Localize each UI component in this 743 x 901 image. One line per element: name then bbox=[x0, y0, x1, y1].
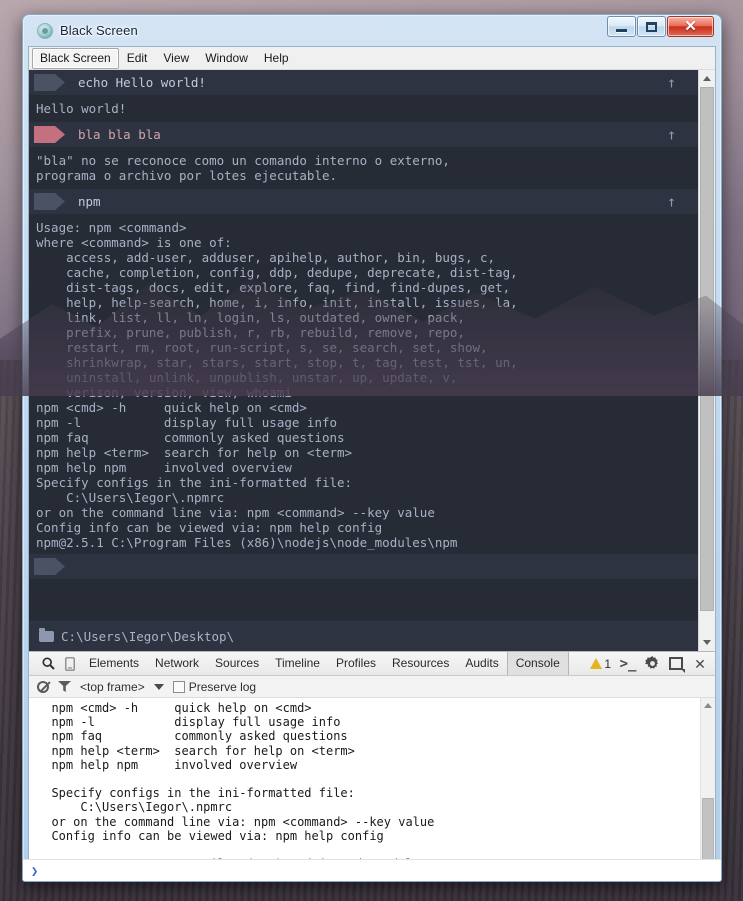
prompt-chevron-icon bbox=[34, 193, 65, 210]
preserve-log-checkbox[interactable]: Preserve log bbox=[172, 679, 257, 694]
terminal-npm-help-output: Usage: npm <command> where <command> is … bbox=[36, 220, 518, 550]
tab-timeline[interactable]: Timeline bbox=[267, 653, 328, 674]
close-icon: ✕ bbox=[684, 18, 697, 35]
console-area: npm <cmd> -h quick help on <cmd> npm -l … bbox=[29, 698, 715, 877]
console-prompt-icon: ❯ bbox=[31, 863, 39, 878]
chevron-down-icon[interactable] bbox=[153, 683, 164, 690]
console-output[interactable]: npm <cmd> -h quick help on <cmd> npm -l … bbox=[29, 698, 700, 877]
scrollbar-up-button[interactable] bbox=[699, 70, 715, 87]
menu-item-view[interactable]: View bbox=[155, 48, 197, 69]
tab-profiles[interactable]: Profiles bbox=[328, 653, 384, 674]
scrollbar-down-button[interactable] bbox=[699, 634, 715, 651]
warning-icon bbox=[590, 658, 603, 669]
minimize-button[interactable] bbox=[607, 16, 636, 37]
checkbox-box[interactable] bbox=[172, 680, 185, 693]
app-icon bbox=[37, 22, 53, 39]
terminal-prompt-row-npm[interactable]: npm ↑ bbox=[29, 189, 698, 214]
console-input-row[interactable]: ❯ bbox=[23, 859, 721, 881]
devtools-toolbar: Elements Network Sources Timeline Profil… bbox=[29, 652, 715, 676]
console-scrollbar-track[interactable] bbox=[701, 713, 715, 862]
settings-button[interactable] bbox=[641, 653, 663, 675]
menu-item-black-screen[interactable]: Black Screen bbox=[32, 47, 119, 69]
terminal-command-error: bla bla bla bbox=[78, 127, 161, 142]
window-title: Black Screen bbox=[60, 23, 138, 38]
tab-audits[interactable]: Audits bbox=[457, 653, 506, 674]
terminal-active-prompt-row[interactable] bbox=[29, 554, 698, 579]
prompt-chevron-icon bbox=[34, 74, 65, 91]
window-client-area: Black Screen Edit View Window Help echo … bbox=[23, 46, 721, 881]
devtools-toolbar-right: 1 >_ ✕ bbox=[590, 653, 711, 675]
menu-item-edit[interactable]: Edit bbox=[119, 48, 156, 69]
chevron-up-icon bbox=[703, 76, 711, 81]
minimize-icon bbox=[616, 28, 627, 32]
console-drawer-icon[interactable]: >_ bbox=[617, 653, 639, 675]
desktop-background: Black Screen ✕ Black Screen Edit View Wi… bbox=[0, 0, 743, 901]
close-button[interactable]: ✕ bbox=[667, 16, 714, 37]
filter-icon[interactable] bbox=[58, 681, 71, 692]
tab-console[interactable]: Console bbox=[506, 652, 569, 675]
console-scrollbar-thumb[interactable] bbox=[702, 798, 714, 860]
chevron-up-icon bbox=[704, 703, 712, 708]
preserve-log-label: Preserve log bbox=[188, 679, 257, 694]
tab-resources[interactable]: Resources bbox=[384, 653, 457, 674]
close-icon: ✕ bbox=[694, 655, 706, 672]
scroll-to-top-icon[interactable]: ↑ bbox=[667, 194, 676, 209]
scroll-to-top-icon[interactable]: ↑ bbox=[667, 75, 676, 90]
terminal-command: echo Hello world! bbox=[78, 75, 206, 90]
tab-elements[interactable]: Elements bbox=[81, 653, 147, 674]
frame-selector-label[interactable]: <top frame> bbox=[80, 680, 145, 694]
terminal-status-bar: C:\Users\Iegor\Desktop\ bbox=[29, 621, 698, 651]
tab-sources[interactable]: Sources bbox=[207, 653, 267, 674]
device-toggle-icon[interactable] bbox=[59, 653, 81, 675]
console-filter-bar: <top frame> Preserve log bbox=[29, 676, 715, 698]
warning-count-label: 1 bbox=[604, 656, 611, 671]
scrollbar-thumb[interactable] bbox=[700, 87, 714, 611]
warning-count[interactable]: 1 bbox=[590, 657, 611, 671]
folder-icon bbox=[39, 628, 54, 642]
dock-position-icon bbox=[669, 657, 685, 673]
gear-icon bbox=[644, 656, 658, 669]
menu-bar: Black Screen Edit View Window Help bbox=[29, 47, 715, 70]
terminal-command: npm bbox=[78, 194, 101, 209]
prompt-chevron-icon bbox=[34, 558, 65, 575]
terminal-error-output-block: "bla" no se reconoce como un comando int… bbox=[36, 153, 450, 183]
current-directory-path: C:\Users\Iegor\Desktop\ bbox=[61, 629, 235, 644]
console-drawer-glyph: >_ bbox=[619, 655, 637, 672]
terminal-scrollbar[interactable] bbox=[698, 70, 715, 651]
close-devtools-button[interactable]: ✕ bbox=[689, 653, 711, 675]
console-scrollbar[interactable] bbox=[700, 698, 715, 877]
prompt-chevron-error-icon bbox=[34, 126, 65, 143]
maximize-button[interactable] bbox=[637, 16, 666, 37]
chevron-down-icon bbox=[703, 640, 711, 645]
maximize-icon bbox=[646, 21, 657, 32]
search-icon[interactable] bbox=[37, 653, 59, 675]
terminal-area: echo Hello world! ↑ Hello world! bla bla… bbox=[29, 70, 715, 651]
tab-network[interactable]: Network bbox=[147, 653, 207, 674]
terminal-output-block: Hello world! bbox=[36, 101, 127, 116]
title-bar: Black Screen ✕ bbox=[28, 15, 716, 46]
scrollbar-track[interactable] bbox=[699, 87, 715, 634]
terminal-prompt-row[interactable]: echo Hello world! ↑ bbox=[29, 70, 698, 95]
window-controls: ✕ bbox=[607, 16, 714, 37]
dock-position-button[interactable] bbox=[665, 653, 687, 675]
scroll-to-top-icon[interactable]: ↑ bbox=[667, 127, 676, 142]
terminal-prompt-row-error[interactable]: bla bla bla ↑ bbox=[29, 122, 698, 147]
application-window: Black Screen ✕ Black Screen Edit View Wi… bbox=[22, 14, 722, 882]
clear-console-icon[interactable] bbox=[37, 680, 49, 693]
menu-item-window[interactable]: Window bbox=[197, 48, 256, 69]
devtools-panel: Elements Network Sources Timeline Profil… bbox=[23, 651, 721, 881]
menu-item-help[interactable]: Help bbox=[256, 48, 297, 69]
console-scrollbar-up-button[interactable] bbox=[701, 698, 715, 713]
terminal-output[interactable]: echo Hello world! ↑ Hello world! bla bla… bbox=[29, 70, 698, 651]
